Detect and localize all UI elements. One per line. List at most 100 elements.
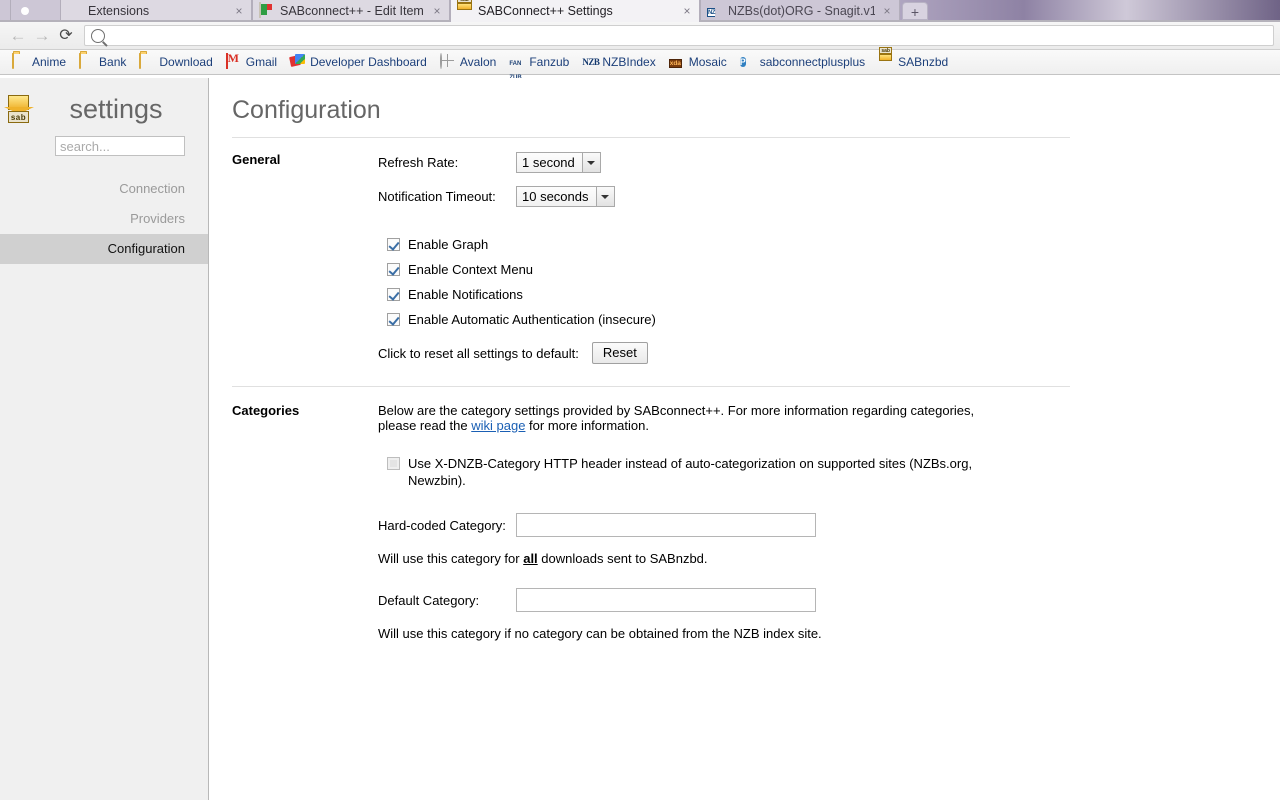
bookmark-nzbindex[interactable]: NZB NZBIndex [576,52,661,72]
page-title: Configuration [232,96,381,124]
browser-tab-sabconnect-settings[interactable]: SABConnect++ Settings × [450,0,700,22]
google-colors-icon [17,3,33,19]
xdnzb-header-row: Use X-DNZB-Category HTTP header instead … [378,455,983,489]
back-icon[interactable]: ← [6,25,30,47]
close-icon[interactable]: × [431,5,443,17]
hardcoded-help-emphasis: all [523,551,538,566]
enable-context-menu-row: Enable Context Menu [378,261,1280,278]
tab-strip: Extensions × SABconnect++ - Edit Item × … [0,0,1280,22]
browser-tab-extensions[interactable]: Extensions × [60,0,252,22]
enable-context-menu-checkbox[interactable] [387,263,400,276]
refresh-rate-select[interactable]: 1 second [516,152,601,173]
enable-context-menu-label: Enable Context Menu [408,262,534,277]
xdnzb-category-label: Use X-DNZB-Category HTTP header instead … [408,456,973,488]
hardcoded-category-input[interactable] [516,513,816,537]
reload-icon[interactable]: ⟳ [54,25,78,47]
nzbs-icon: NZBS [707,3,723,22]
globe-icon [439,53,456,70]
default-category-help: Will use this category if no category ca… [378,626,822,641]
bookmark-label: Gmail [245,55,278,69]
bookmark-label: Bank [99,55,127,69]
categories-description-part2: for more information. [525,418,649,433]
refresh-rate-label: Refresh Rate: [378,155,459,170]
sidebar-item-configuration[interactable]: Configuration [0,234,208,264]
settings-sidebar: sab settings Connection Providers Config… [0,78,209,800]
categories-description: Below are the category settings provided… [378,403,978,433]
sidebar-item-providers[interactable]: Providers [0,204,208,234]
bookmark-mosaic[interactable]: xda Mosaic [663,52,733,72]
browser-tab-nzbs-org[interactable]: NZBS NZBs(dot)ORG - Snagit.v10. × [700,0,900,22]
enable-automatic-authentication-checkbox[interactable] [387,313,400,326]
sidebar-item-connection[interactable]: Connection [0,174,208,204]
close-icon[interactable]: × [681,5,693,17]
bookmark-sabnzbd[interactable]: SABnzbd [872,52,954,72]
enable-automatic-authentication-row: Enable Automatic Authentication (insecur… [378,311,1280,328]
hardcoded-help-part1: Will use this category for [378,551,524,566]
notification-timeout-select[interactable]: 10 seconds [516,186,615,207]
search-input[interactable] [55,136,185,156]
new-tab-button[interactable]: + [902,2,928,20]
browser-chrome: Extensions × SABconnect++ - Edit Item × … [0,0,1280,81]
close-icon[interactable]: × [881,5,893,17]
notification-timeout-label: Notification Timeout: [378,189,496,204]
bookmark-label: SABnzbd [898,55,949,69]
folder-icon [79,53,95,70]
wiki-page-link[interactable]: wiki page [471,418,525,433]
bookmarks-bar: Anime Bank Download Gmail Developer Dash… [0,50,1280,81]
sidebar-search-wrapper [0,132,208,156]
divider [232,137,1070,138]
sabnzbd-logo-text: sab [8,111,29,123]
xda-icon: xda [668,59,682,68]
bookmark-label: NZBIndex [602,55,656,69]
address-bar[interactable] [84,25,1274,46]
gmail-icon [225,53,242,70]
bookmark-label: sabconnectplusplus [759,55,866,69]
enable-graph-label: Enable Graph [408,237,489,252]
bookmark-anime[interactable]: Anime [6,52,72,72]
sabconnect-plus-icon: P [739,57,746,67]
notification-timeout-row: Notification Timeout: 10 seconds [378,186,1280,207]
bookmark-sabconnectplusplus[interactable]: P sabconnectplusplus [734,52,871,72]
sabconnect-icon [259,2,275,19]
bookmark-developer-dashboard[interactable]: Developer Dashboard [284,52,433,72]
default-category-input[interactable] [516,588,816,612]
bookmark-label: Developer Dashboard [310,55,427,69]
tab-title: SABConnect++ Settings [478,4,613,18]
bookmark-download[interactable]: Download [133,52,218,72]
enable-notifications-checkbox[interactable] [387,288,400,301]
reset-description: Click to reset all settings to default: [378,345,579,361]
settings-title: settings [69,93,163,124]
refresh-rate-row: Refresh Rate: 1 second [378,152,1280,173]
sabnzbd-logo-icon: sab [4,95,34,123]
bookmark-bank[interactable]: Bank [73,52,132,72]
sabnzbd-icon [878,54,894,70]
hardcoded-category-label: Hard-coded Category: [378,517,506,533]
browser-tab-sabconnect-edit-item[interactable]: SABconnect++ - Edit Item × [252,0,450,22]
sabnzbd-icon [457,3,473,19]
enable-graph-checkbox[interactable] [387,238,400,251]
nzb-icon: NZB [582,57,600,67]
section-categories: Categories Below are the category settin… [232,403,1280,641]
xdnzb-category-checkbox[interactable] [387,457,400,470]
chevron-down-icon[interactable] [595,187,614,206]
chevron-down-icon[interactable] [581,153,600,172]
forward-icon[interactable]: → [30,25,54,47]
close-icon[interactable]: × [233,5,245,17]
bookmark-avalon[interactable]: Avalon [434,52,502,72]
section-categories-body: Below are the category settings provided… [378,403,1280,641]
bookmark-label: Avalon [459,55,497,69]
refresh-rate-value: 1 second [522,155,575,170]
tab-title: SABconnect++ - Edit Item [280,4,424,18]
enable-notifications-label: Enable Notifications [408,287,523,302]
folder-icon [12,53,28,70]
bookmark-fanzub[interactable]: FANZUB Fanzub [503,52,575,81]
section-general: General Refresh Rate: 1 second Notificat… [232,152,1280,364]
tab-title: Extensions [88,4,150,18]
bookmark-label: Fanzub [529,55,570,69]
bookmark-gmail[interactable]: Gmail [220,52,283,72]
hardcoded-category-help: Will use this category for all downloads… [378,551,978,566]
search-icon [91,28,105,43]
enable-automatic-authentication-label: Enable Automatic Authentication (insecur… [408,312,656,327]
bookmark-label: Mosaic [688,55,727,69]
reset-button[interactable]: Reset [591,342,648,364]
